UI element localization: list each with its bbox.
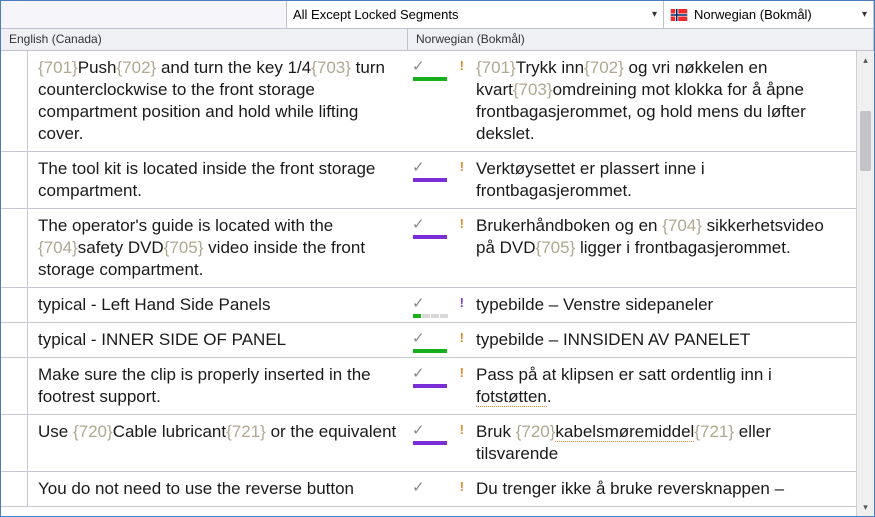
source-cell[interactable]: typical - INNER SIDE OF PANEL [28,323,408,357]
tag-marker: {702} [116,58,156,77]
filter-dropdown-label: All Except Locked Segments [293,7,458,22]
row-indent [1,323,27,357]
chevron-down-icon: ▾ [862,9,867,20]
row-indent [1,472,27,506]
tag-marker: {703} [513,80,553,99]
warning-icon: ! [460,159,464,174]
status-cell: ✓! [408,323,470,357]
scroll-down-icon[interactable]: ▾ [857,498,874,516]
segment-row[interactable]: The tool kit is located inside the front… [1,152,856,209]
tag-marker: {720} [516,422,556,441]
tag-marker: {701} [38,58,78,77]
source-cell[interactable]: Use {720}Cable lubricant{721} or the equ… [28,415,408,471]
tag-marker: {703} [311,58,351,77]
segment-row[interactable]: You do not need to use the reverse butto… [1,472,856,507]
status-cell: ✓! [408,152,470,208]
row-indent [1,288,27,322]
target-cell[interactable]: Pass på at klipsen er satt ordentlig inn… [470,358,856,414]
tag-marker: {704} [662,216,702,235]
check-icon: ✓ [412,294,425,312]
source-cell[interactable]: The operator's guide is located with the… [28,209,408,287]
source-cell[interactable]: {701}Push{702} and turn the key 1/4{703}… [28,51,408,151]
row-indent [1,51,27,151]
status-bar [413,384,447,388]
target-cell[interactable]: Du trenger ikke å bruke reversknappen – [470,472,856,506]
warning-icon: ! [460,365,464,380]
segment-row[interactable]: typical - Left Hand Side Panels✓!typebil… [1,288,856,323]
toolbar: All Except Locked Segments ▾ Norwegian (… [1,1,874,29]
segment-row[interactable]: typical - INNER SIDE OF PANEL✓!typebilde… [1,323,856,358]
check-icon: ✓ [412,364,425,382]
scroll-up-icon[interactable]: ▴ [857,51,874,69]
target-cell[interactable]: Bruk {720}kabelsmøremiddel{721} eller ti… [470,415,856,471]
source-cell[interactable]: The tool kit is located inside the front… [28,152,408,208]
status-cell: ✓! [408,209,470,287]
flagged-term: fotstøtten [476,387,547,407]
target-cell[interactable]: typebilde – Venstre sidepaneler [470,288,856,322]
status-cell: ✓! [408,51,470,151]
filter-dropdown[interactable]: All Except Locked Segments ▾ [287,1,664,28]
tag-marker: {705} [536,238,576,257]
segment-row[interactable]: Use {720}Cable lubricant{721} or the equ… [1,415,856,472]
status-bar [413,178,447,182]
status-cell: ✓! [408,288,470,322]
target-cell[interactable]: {701}Trykk inn{702} og vri nøkkelen en k… [470,51,856,151]
segment-grid[interactable]: {701}Push{702} and turn the key 1/4{703}… [1,51,856,516]
language-dropdown[interactable]: Norwegian (Bokmål) ▾ [664,1,874,28]
warning-icon: ! [460,216,464,231]
row-indent [1,358,27,414]
source-header: English (Canada) [1,29,408,50]
status-bar [413,314,466,318]
target-cell[interactable]: Verktøysettet er plassert inne i frontba… [470,152,856,208]
status-bar [413,77,447,81]
warning-icon: ! [460,422,464,437]
status-bar [413,235,447,239]
tag-marker: {705} [164,238,204,257]
column-headers: English (Canada) Norwegian (Bokmål) [1,29,874,51]
vertical-scrollbar[interactable]: ▴ ▾ [856,51,874,516]
tag-marker: {721} [694,422,734,441]
language-dropdown-label: Norwegian (Bokmål) [694,7,812,22]
row-indent [1,415,27,471]
tag-marker: {701} [476,58,516,77]
check-icon: ✓ [412,421,425,439]
source-cell[interactable]: Make sure the clip is properly inserted … [28,358,408,414]
flag-norway-icon [670,9,688,21]
status-bar [413,441,447,445]
row-indent [1,209,27,287]
editor-window: All Except Locked Segments ▾ Norwegian (… [0,0,875,517]
warning-icon: ! [460,330,464,345]
source-cell[interactable]: typical - Left Hand Side Panels [28,288,408,322]
status-cell: ✓! [408,415,470,471]
segment-row[interactable]: {701}Push{702} and turn the key 1/4{703}… [1,51,856,152]
flagged-term: kabelsmøremiddel [555,422,694,442]
status-cell: ✓! [408,358,470,414]
tag-marker: {720} [73,422,113,441]
status-bar [413,349,447,353]
check-icon: ✓ [412,329,425,347]
check-icon: ✓ [412,215,425,233]
scroll-thumb[interactable] [860,111,871,171]
chevron-down-icon: ▾ [652,9,657,20]
source-cell[interactable]: You do not need to use the reverse butto… [28,472,408,506]
tag-marker: {704} [38,238,78,257]
tag-marker: {721} [226,422,266,441]
toolbar-spacer [1,1,287,28]
row-indent [1,152,27,208]
tag-marker: {702} [584,58,624,77]
target-header: Norwegian (Bokmål) [408,29,874,50]
target-cell[interactable]: typebilde – INNSIDEN AV PANELET [470,323,856,357]
status-cell: ✓! [408,472,470,506]
target-cell[interactable]: Brukerhåndboken og en {704} sikkerhetsvi… [470,209,856,287]
warning-icon: ! [460,58,464,73]
segment-row[interactable]: The operator's guide is located with the… [1,209,856,288]
check-icon: ✓ [412,478,425,496]
check-icon: ✓ [412,158,425,176]
warning-icon: ! [460,479,464,494]
warning-icon: ! [460,295,464,310]
segment-row[interactable]: Make sure the clip is properly inserted … [1,358,856,415]
check-icon: ✓ [412,57,425,75]
